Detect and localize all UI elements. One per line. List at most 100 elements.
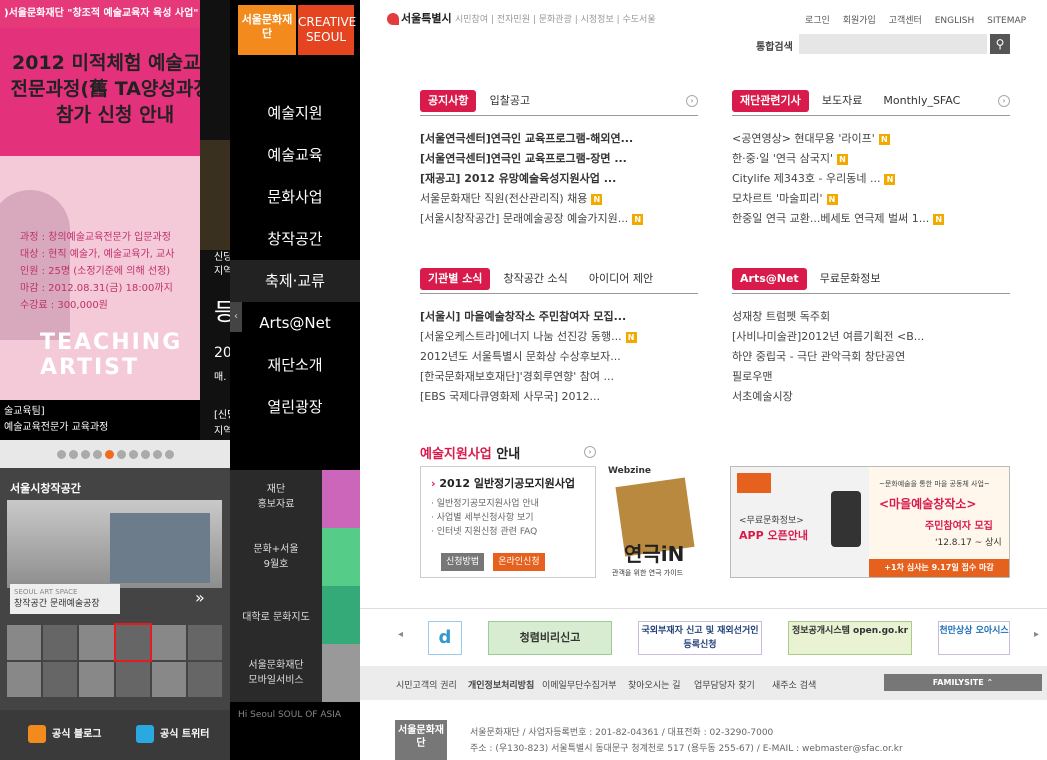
nav-item-festival[interactable]: 축제·교류 (230, 260, 360, 302)
board-item[interactable]: 하얀 중립국 - 극단 관악극회 창단공연 (732, 348, 1010, 368)
board-item[interactable]: [EBS 국제다큐영화제 사무국] 2012... (420, 388, 698, 408)
board-item[interactable]: [서울시] 마을예술창작소 주민참여자 모집... (420, 308, 698, 328)
tab-free-info[interactable]: 무료문화정보 (812, 268, 889, 290)
thumbnail[interactable] (7, 625, 42, 660)
next-arrow-icon[interactable]: » (195, 588, 205, 607)
prev-arrow-icon[interactable]: ◂ (398, 629, 403, 640)
board-item[interactable]: [서울연극센터]연극인 교육프로그램-해외연... (420, 130, 698, 150)
sfac-logo[interactable]: 서울문화재단 (238, 5, 296, 55)
partner-banner[interactable]: 천만상상 오아시스 (938, 621, 1010, 655)
promo-slide[interactable]: )서울문화재단 "창조적 예술교육자 육성 사업" 2012 미적체험 예술교육… (0, 0, 230, 440)
webzine-banner[interactable]: Webzine 연극iN 관객을 위한 연극 가이드 (608, 466, 698, 578)
board-item[interactable]: [재공고] 2012 유망예술육성지원사업 ... (420, 170, 698, 190)
board-item[interactable]: [서울연극센터]연극인 교육프로그램-장면 ... (420, 150, 698, 170)
nav-item-space[interactable]: 창작공간 (230, 218, 360, 260)
slide-dot[interactable] (92, 449, 102, 459)
board-item[interactable]: <공연영상> 현대무용 '라이프' N (732, 130, 1010, 150)
board-item[interactable]: 2012년도 서울특별시 문화상 수상후보자... (420, 348, 698, 368)
seoul-city-link[interactable]: 서울특별시 (387, 10, 452, 26)
next-arrow-icon[interactable]: ▸ (1034, 629, 1039, 640)
board-item[interactable]: 서울문화재단 직원(전산관리직) 채용 N (420, 190, 698, 210)
app-banner[interactable]: <무료문화정보> APP 오픈안내 (731, 467, 869, 577)
board-item[interactable]: 필로우맨 (732, 368, 1010, 388)
support-link[interactable]: · 인터넷 지원신청 관련 FAQ (431, 525, 585, 539)
search-icon[interactable]: ⚲ (990, 34, 1010, 54)
creative-seoul-logo[interactable]: CREATIVE SEOUL (298, 5, 356, 55)
slide-dot[interactable] (140, 449, 150, 459)
board-item[interactable]: 한·중·일 '연극 삼국지' N (732, 150, 1010, 170)
footer-link[interactable]: 이메일무단수집거부 (542, 678, 617, 691)
tab-org[interactable]: 기관별 소식 (420, 268, 491, 290)
board-item[interactable]: 서초예술시장 (732, 388, 1010, 408)
thumbnail[interactable] (79, 662, 114, 697)
quick-culture-map[interactable]: 대학로 문화지도 (230, 610, 322, 625)
board-item[interactable]: 한중일 연극 교환...베세토 연극제 벌써 1... N (732, 210, 1010, 230)
online-apply-button[interactable]: 온라인신청 (493, 553, 545, 571)
english-link[interactable]: ENGLISH (935, 16, 975, 26)
nav-item-education[interactable]: 예술교육 (230, 134, 360, 176)
nav-item-plaza[interactable]: 열린광장 (230, 386, 360, 428)
join-link[interactable]: 회원가입 (843, 16, 876, 26)
slide-dot[interactable] (68, 449, 78, 459)
slide-dot[interactable] (128, 449, 138, 459)
tab-press[interactable]: 보도자료 (814, 90, 870, 112)
board-item[interactable]: Citylife 제343호 - 우리동네 ... N (732, 170, 1010, 190)
slide-dot[interactable] (116, 449, 126, 459)
nav-item-about[interactable]: 재단소개 (230, 344, 360, 386)
partner-banner[interactable]: 국외부재자 신고 및 재외선거인 등록신청 (638, 621, 762, 655)
support-link[interactable]: · 사업별 세부신청사항 보기 (431, 511, 585, 525)
blog-button[interactable]: 공식 블로그 (28, 722, 101, 748)
board-item[interactable]: [한국문화재보호재단]'경회루연향' 참여 ... (420, 368, 698, 388)
twitter-button[interactable]: 공식 트위터 (136, 722, 209, 748)
login-link[interactable]: 로그인 (805, 16, 830, 26)
city-topnav[interactable]: 시민참여 | 전자민원 | 문화관광 | 시정정보 | 수도서울 (455, 12, 656, 25)
footer-link[interactable]: 업무담당자 찾기 (694, 678, 755, 691)
slide-dot[interactable] (80, 449, 90, 459)
thumbnail[interactable] (187, 662, 222, 697)
support-heading[interactable]: › 2012 일반정기공모지원사업 (431, 475, 585, 491)
thumbnail[interactable] (151, 662, 186, 697)
support-link[interactable]: 고객센터 (889, 16, 922, 26)
thumbnail[interactable] (115, 662, 150, 697)
nav-item-support[interactable]: 예술지원 (230, 92, 360, 134)
thumbnail[interactable] (79, 625, 114, 660)
quick-magazine[interactable]: 문화+서울 9월호 (230, 542, 322, 572)
board-item[interactable]: 모차르트 '마술피리' N (732, 190, 1010, 210)
tab-artsnet[interactable]: Arts@Net (732, 268, 807, 290)
thumbnail[interactable] (43, 662, 78, 697)
tab-idea[interactable]: 아이디어 제안 (581, 268, 661, 290)
thumbnail[interactable] (7, 662, 42, 697)
quick-mobile[interactable]: 서울문화재단 모바일서비스 (230, 658, 322, 688)
nav-item-culture[interactable]: 문화사업 (230, 176, 360, 218)
thumbnail-selected[interactable] (113, 623, 152, 662)
tab-notice[interactable]: 공지사항 (420, 90, 477, 112)
partner-banner[interactable]: d (428, 621, 462, 655)
support-link[interactable]: · 일반정기공모지원사업 안내 (431, 497, 585, 511)
slide-dot[interactable] (152, 449, 162, 459)
slide-dot[interactable] (56, 449, 66, 459)
sitemap-link[interactable]: SITEMAP (987, 16, 1026, 26)
nav-item-artsnet[interactable]: Arts@Net (230, 302, 360, 344)
slide-dot[interactable] (164, 449, 174, 459)
footer-link-privacy[interactable]: 개인정보처리방침 (468, 678, 534, 691)
more-icon[interactable]: › (686, 95, 698, 107)
partner-banner[interactable]: 정보공개시스템 open.go.kr (788, 621, 912, 655)
footer-link[interactable]: 시민고객의 권리 (396, 678, 457, 691)
tab-space-news[interactable]: 창작공간 소식 (496, 268, 576, 290)
slide-dot-active[interactable] (104, 449, 114, 459)
promo-slide-next[interactable]: 신당 지역 등 20 매. [신당 지역 (200, 0, 230, 440)
board-item[interactable]: [사비나미술관]2012년 여름기획전 <B... (732, 328, 1010, 348)
footer-link[interactable]: 찾아오시는 길 (628, 678, 681, 691)
promo-banner[interactable]: <무료문화정보> APP 오픈안내 ~문화예술을 통한 마을 공동체 사업~ <… (730, 466, 1010, 578)
board-item[interactable]: [서울오케스트라]에너지 나눔 선진강 동행... N (420, 328, 698, 348)
slide-prev-arrow-icon[interactable]: ‹ (230, 302, 242, 332)
board-item[interactable]: [서울시창작공간] 문래예술공장 예술가지원... N (420, 210, 698, 230)
thumbnail[interactable] (151, 625, 186, 660)
partner-banner[interactable]: 청렴비리신고 (488, 621, 612, 655)
board-item[interactable]: 성재창 트럼펫 독주회 (732, 308, 1010, 328)
thumbnail[interactable] (187, 625, 222, 660)
tab-monthly[interactable]: Monthly_SFAC (875, 90, 968, 112)
tab-news[interactable]: 재단관련기사 (732, 90, 809, 112)
more-icon[interactable]: › (998, 95, 1010, 107)
how-to-apply-button[interactable]: 신청방법 (441, 553, 485, 571)
